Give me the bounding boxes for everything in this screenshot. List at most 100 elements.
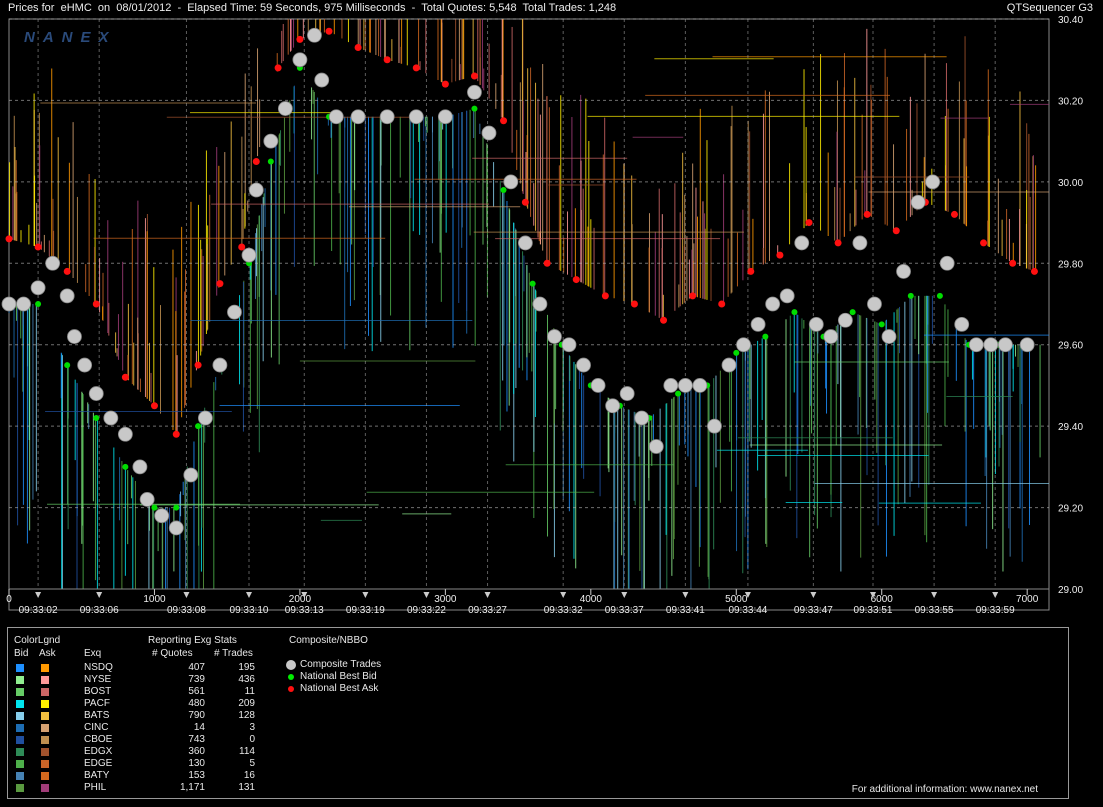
- bid-color-swatch: [16, 724, 24, 732]
- legend-ask-header: Ask: [39, 648, 56, 659]
- bid-color-swatch: [16, 700, 24, 708]
- composite-trade-point: [517, 235, 533, 251]
- composite-trade-point: [983, 337, 999, 353]
- legend-color-title: ColorLgnd: [14, 635, 61, 646]
- exchange-quote-count: 743: [188, 734, 205, 745]
- time-marker: [621, 592, 628, 598]
- exchange-trade-count: 16: [243, 770, 255, 781]
- exchange-trade-count: 195: [238, 662, 255, 673]
- national-best-ask-point: [252, 158, 260, 165]
- time-label: 09:33:06: [80, 605, 119, 616]
- composite-trade-point: [808, 316, 824, 332]
- national-best-ask-point: [834, 239, 842, 247]
- composite-trade-point: [183, 467, 199, 483]
- composite-trade-point: [103, 410, 119, 426]
- ask-color-swatch: [41, 760, 49, 768]
- national-best-ask-point: [470, 72, 478, 80]
- composite-trade-point: [561, 337, 577, 353]
- national-best-bid-point: [907, 292, 914, 299]
- time-marker: [560, 592, 567, 598]
- national-best-ask-point: [747, 267, 755, 275]
- composite-trade-point: [1, 296, 17, 312]
- national-best-ask-point: [892, 227, 900, 235]
- national-best-ask-point: [689, 292, 697, 300]
- national-best-bid-point: [173, 504, 180, 511]
- composite-trade-point: [132, 459, 148, 475]
- exchange-trade-count: 11: [244, 686, 255, 697]
- national-best-bid-point: [849, 309, 856, 316]
- national-best-bid-point: [675, 390, 682, 397]
- national-best-ask-point: [63, 267, 71, 275]
- y-tick-label: 29.00: [1058, 585, 1083, 596]
- time-marker: [183, 592, 190, 598]
- legend-nbbo-title: Composite/NBBO: [289, 635, 368, 646]
- time-label: 09:33:32: [544, 605, 583, 616]
- national-best-ask-point: [296, 35, 304, 43]
- composite-trade-point: [314, 72, 330, 88]
- exchange-quote-count: 407: [188, 662, 205, 673]
- time-marker: [931, 592, 938, 598]
- exchange-quote-count: 360: [188, 746, 205, 757]
- exchange-quote-count: 739: [188, 674, 205, 685]
- exchange-trade-count: 131: [238, 782, 255, 793]
- composite-trade-point: [139, 492, 155, 507]
- national-best-ask-point: [34, 243, 42, 251]
- time-label: 09:33:10: [230, 605, 269, 616]
- time-label: 09:33:44: [728, 605, 767, 616]
- composite-trade-point: [692, 378, 708, 393]
- composite-trade-point: [248, 182, 264, 198]
- composite-trade-point: [750, 316, 766, 332]
- exchange-trade-count: 209: [238, 698, 255, 709]
- composite-trade-point: [197, 410, 213, 426]
- bid-color-swatch: [16, 712, 24, 720]
- national-best-bid-point: [471, 105, 478, 112]
- exchange-trade-count: 3: [249, 722, 255, 733]
- composite-trade-point: [212, 357, 228, 373]
- national-best-bid-point: [122, 463, 129, 470]
- composite-trade-point: [227, 304, 242, 320]
- national-best-ask-point: [274, 64, 282, 72]
- ask-color-swatch: [41, 700, 49, 708]
- national-best-bid-point: [791, 309, 798, 316]
- x-tick-label: 3000: [434, 594, 457, 605]
- exchange-name: BATS: [84, 710, 110, 721]
- national-best-bid-point: [93, 415, 100, 421]
- exchange-quote-count: 130: [188, 758, 205, 769]
- national-best-ask-point: [950, 210, 958, 218]
- composite-trade-point: [328, 109, 344, 125]
- composite-trade-point: [467, 84, 482, 100]
- national-best-bid-point: [35, 301, 42, 307]
- time-label: 09:33:55: [915, 605, 954, 616]
- bid-color-swatch: [16, 748, 24, 756]
- time-marker: [484, 592, 491, 598]
- exchange-quote-count: 14: [193, 722, 205, 733]
- composite-trade-point: [619, 386, 635, 401]
- exchange-quote-traces: [8, 19, 1049, 589]
- national-best-bid-point: [529, 280, 536, 287]
- x-tick-label: 1000: [143, 594, 166, 605]
- ask-color-swatch: [41, 664, 49, 672]
- exchange-quote-count: 480: [188, 698, 205, 709]
- national-best-ask-point: [354, 44, 362, 51]
- exchange-quote-count: 790: [188, 710, 205, 721]
- bid-color-swatch: [16, 736, 24, 744]
- exchange-name: PACF: [84, 698, 110, 709]
- exchange-name: CINC: [84, 722, 109, 733]
- national-best-ask-point: [1030, 267, 1038, 275]
- time-label: 09:33:22: [407, 605, 446, 616]
- composite-trade-point: [1019, 337, 1035, 353]
- time-marker: [423, 592, 430, 598]
- national-best-ask-point: [412, 64, 420, 72]
- time-label: 09:33:51: [854, 605, 893, 616]
- composite-trade-point: [277, 101, 293, 116]
- ask-color-swatch: [41, 712, 49, 720]
- x-tick-label: 7000: [1016, 594, 1039, 605]
- national-best-ask-point: [805, 219, 813, 227]
- composite-trade-point: [67, 329, 82, 344]
- national-best-ask-point: [172, 430, 180, 438]
- national-best-ask-label: National Best Ask: [300, 683, 379, 694]
- composite-trade-point: [350, 109, 366, 125]
- exchange-quote-count: 561: [188, 686, 205, 697]
- national-best-ask-point: [521, 198, 529, 206]
- legend-stats-title: Reporting Exg Stats: [148, 635, 237, 646]
